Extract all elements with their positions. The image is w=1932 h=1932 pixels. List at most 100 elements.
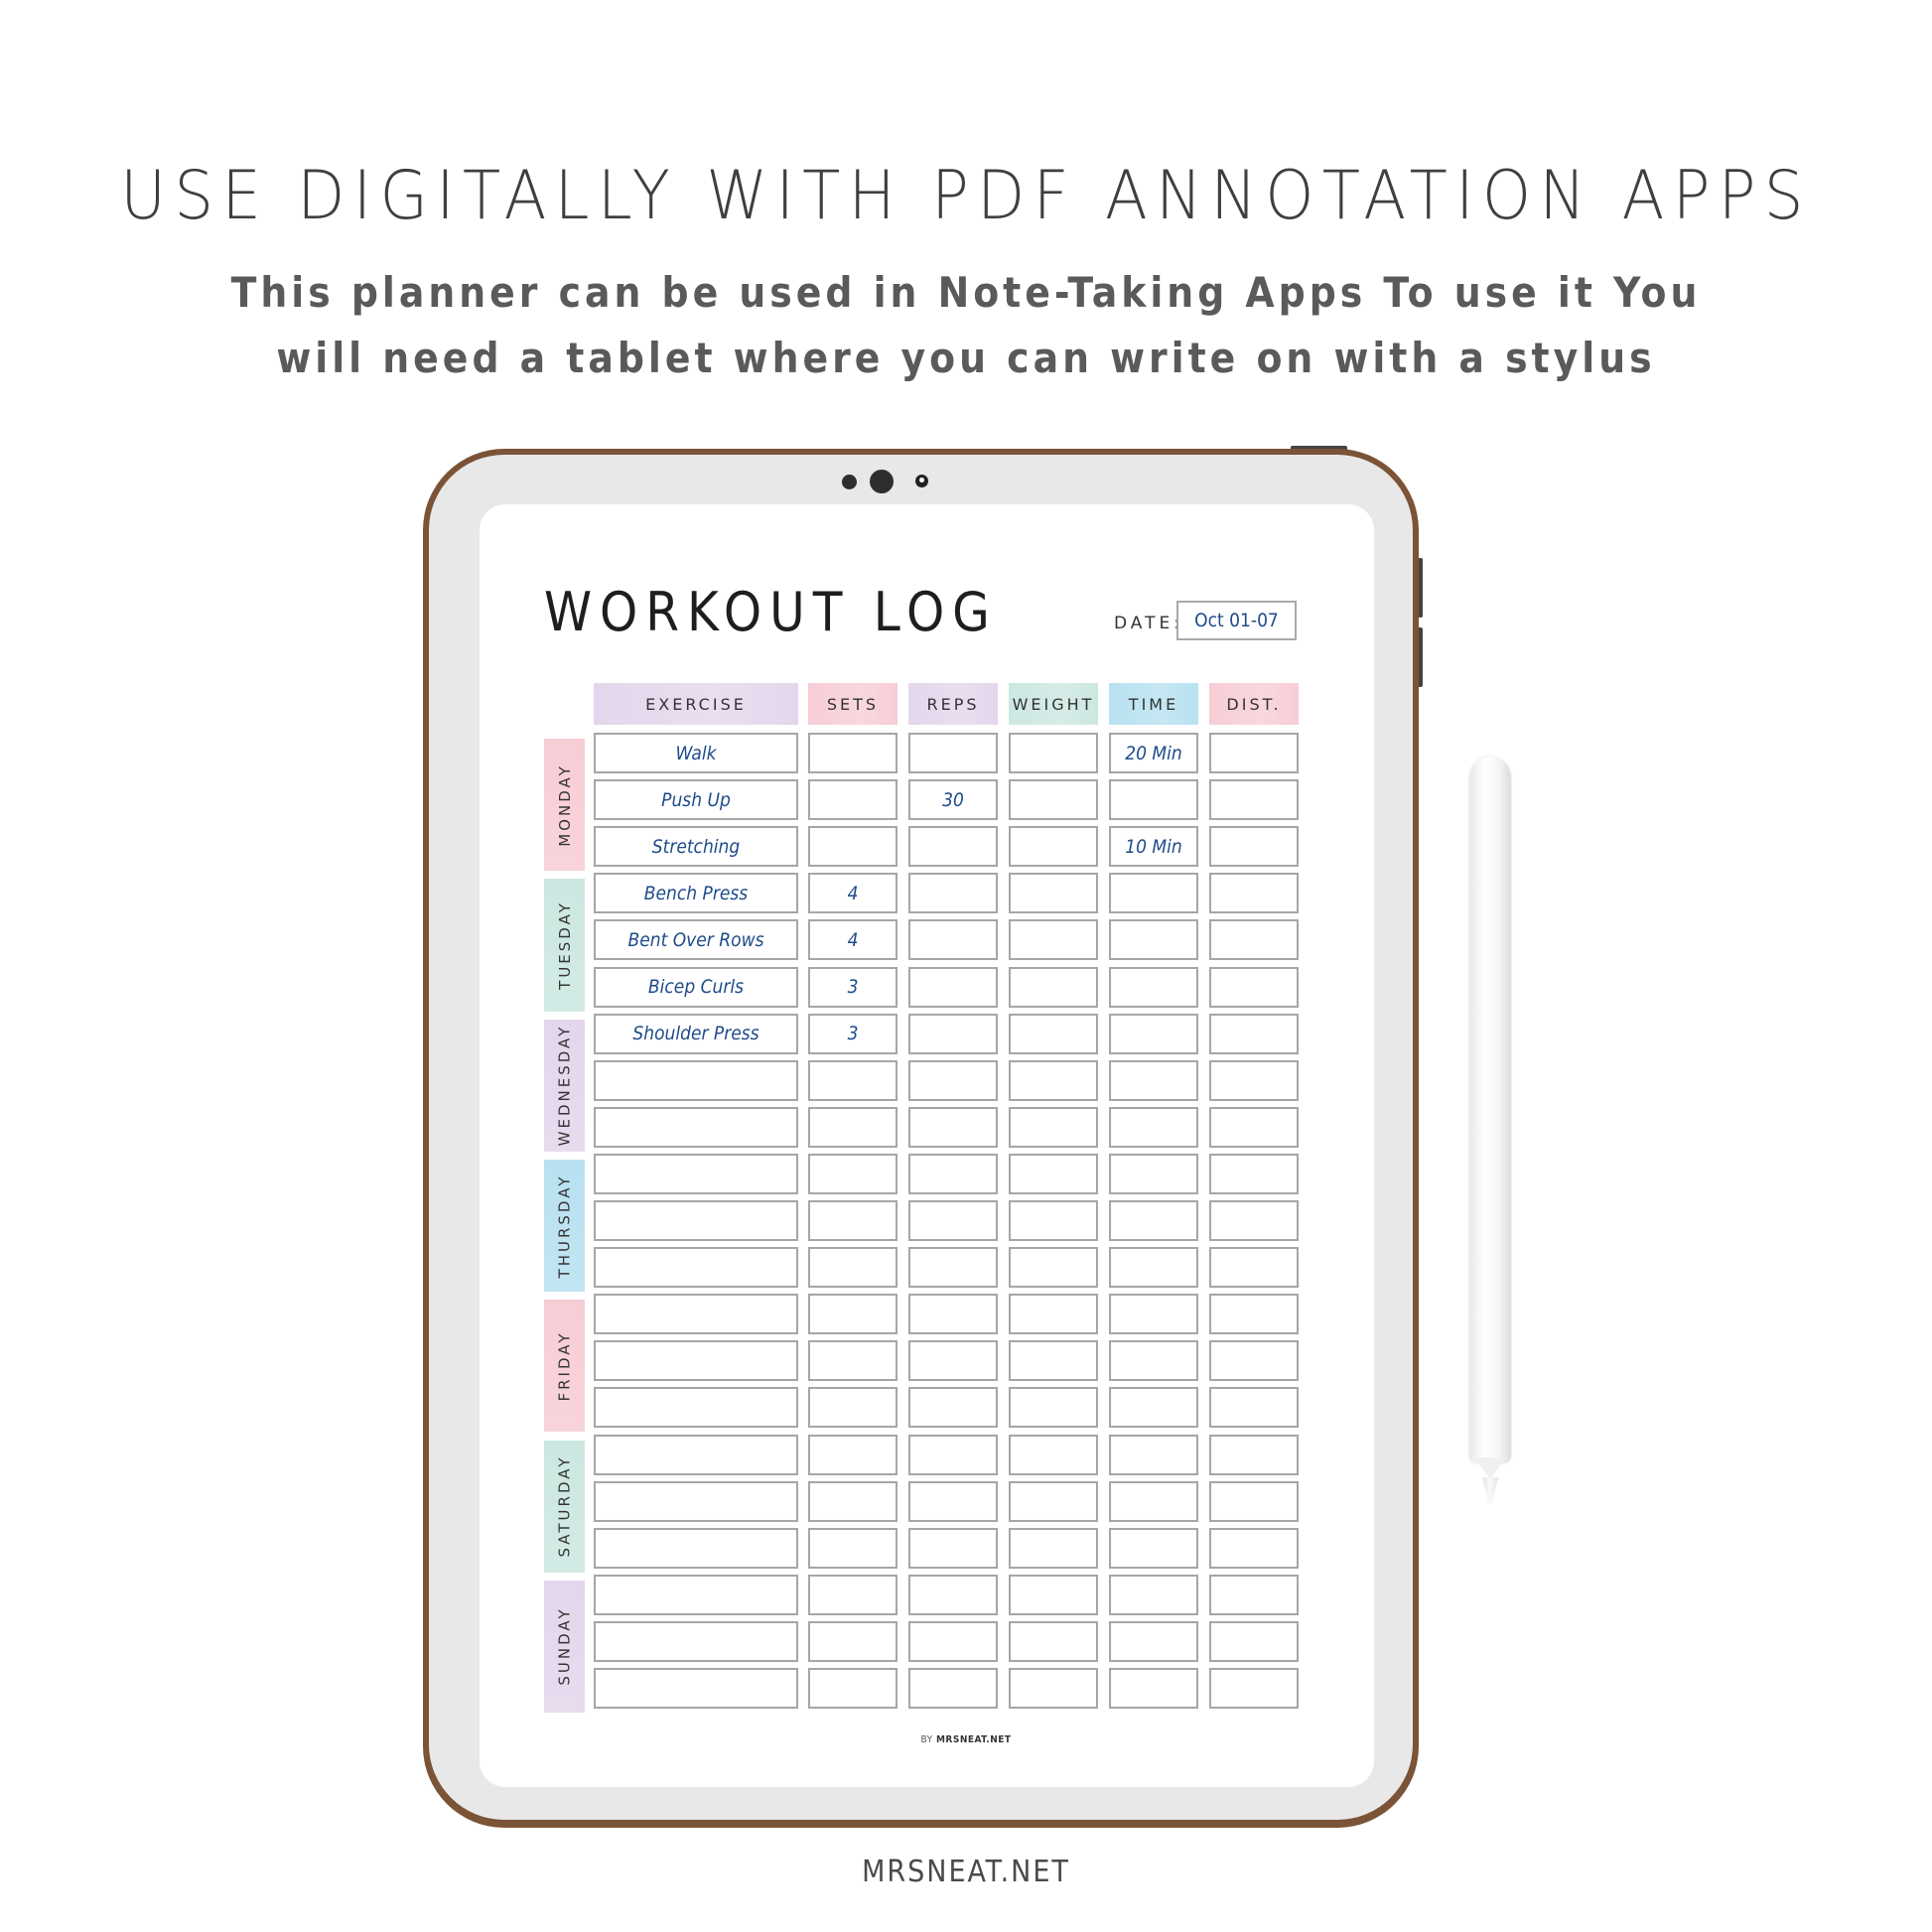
cell-reps[interactable] bbox=[908, 1153, 998, 1194]
cell-exercise[interactable] bbox=[594, 1480, 798, 1522]
cell-time[interactable] bbox=[1109, 966, 1198, 1008]
cell-time[interactable] bbox=[1109, 1294, 1198, 1335]
cell-dist[interactable] bbox=[1209, 1387, 1299, 1429]
cell-sets[interactable]: 4 bbox=[808, 873, 897, 914]
cell-weight[interactable] bbox=[1009, 1620, 1098, 1662]
cell-time[interactable] bbox=[1109, 1247, 1198, 1289]
cell-exercise[interactable]: Walk bbox=[594, 733, 798, 773]
cell-dist[interactable] bbox=[1209, 1013, 1299, 1054]
cell-reps[interactable] bbox=[908, 1668, 998, 1709]
cell-sets[interactable] bbox=[808, 1153, 897, 1194]
cell-dist[interactable] bbox=[1209, 1480, 1299, 1522]
cell-reps[interactable] bbox=[908, 1434, 998, 1475]
cell-dist[interactable] bbox=[1209, 826, 1299, 868]
cell-sets[interactable] bbox=[808, 1106, 897, 1148]
cell-exercise[interactable]: Bent Over Rows bbox=[594, 919, 798, 961]
cell-exercise[interactable]: Bench Press bbox=[594, 873, 798, 914]
cell-weight[interactable] bbox=[1009, 1153, 1098, 1194]
cell-sets[interactable]: 3 bbox=[808, 1013, 897, 1054]
cell-weight[interactable] bbox=[1009, 1387, 1098, 1429]
cell-time[interactable] bbox=[1109, 1387, 1198, 1429]
cell-weight[interactable] bbox=[1009, 826, 1098, 868]
cell-weight[interactable] bbox=[1009, 733, 1098, 773]
cell-dist[interactable] bbox=[1209, 1434, 1299, 1475]
cell-dist[interactable] bbox=[1209, 1294, 1299, 1335]
cell-sets[interactable] bbox=[808, 1620, 897, 1662]
cell-reps[interactable] bbox=[908, 1480, 998, 1522]
cell-sets[interactable] bbox=[808, 1574, 897, 1615]
cell-weight[interactable] bbox=[1009, 1668, 1098, 1709]
cell-time[interactable] bbox=[1109, 1059, 1198, 1101]
cell-sets[interactable] bbox=[808, 1059, 897, 1101]
cell-time[interactable] bbox=[1109, 1574, 1198, 1615]
cell-exercise[interactable]: Stretching bbox=[594, 826, 798, 868]
cell-time[interactable]: 10 Min bbox=[1109, 826, 1198, 868]
cell-reps[interactable] bbox=[908, 1247, 998, 1289]
cell-sets[interactable] bbox=[808, 1668, 897, 1709]
cell-reps[interactable] bbox=[908, 1200, 998, 1241]
cell-dist[interactable] bbox=[1209, 1247, 1299, 1289]
cell-reps[interactable] bbox=[908, 1294, 998, 1335]
cell-time[interactable] bbox=[1109, 1013, 1198, 1054]
cell-time[interactable] bbox=[1109, 1106, 1198, 1148]
cell-time[interactable] bbox=[1109, 1480, 1198, 1522]
cell-time[interactable] bbox=[1109, 1200, 1198, 1241]
cell-exercise[interactable] bbox=[594, 1247, 798, 1289]
cell-exercise[interactable]: Shoulder Press bbox=[594, 1013, 798, 1054]
cell-reps[interactable] bbox=[908, 1059, 998, 1101]
cell-reps[interactable] bbox=[908, 966, 998, 1008]
cell-dist[interactable] bbox=[1209, 1668, 1299, 1709]
cell-sets[interactable] bbox=[808, 1200, 897, 1241]
cell-weight[interactable] bbox=[1009, 779, 1098, 821]
cell-sets[interactable] bbox=[808, 1247, 897, 1289]
cell-sets[interactable] bbox=[808, 1527, 897, 1569]
cell-sets[interactable] bbox=[808, 1387, 897, 1429]
cell-exercise[interactable] bbox=[594, 1106, 798, 1148]
cell-dist[interactable] bbox=[1209, 733, 1299, 773]
cell-weight[interactable] bbox=[1009, 1527, 1098, 1569]
cell-time[interactable] bbox=[1109, 1527, 1198, 1569]
cell-reps[interactable] bbox=[908, 733, 998, 773]
cell-weight[interactable] bbox=[1009, 873, 1098, 914]
cell-reps[interactable] bbox=[908, 1106, 998, 1148]
cell-time[interactable] bbox=[1109, 1153, 1198, 1194]
cell-sets[interactable]: 3 bbox=[808, 966, 897, 1008]
cell-weight[interactable] bbox=[1009, 1013, 1098, 1054]
cell-weight[interactable] bbox=[1009, 1294, 1098, 1335]
cell-time[interactable] bbox=[1109, 873, 1198, 914]
cell-exercise[interactable] bbox=[594, 1340, 798, 1382]
cell-dist[interactable] bbox=[1209, 1340, 1299, 1382]
cell-reps[interactable] bbox=[908, 826, 998, 868]
cell-time[interactable] bbox=[1109, 1434, 1198, 1475]
cell-exercise[interactable] bbox=[594, 1387, 798, 1429]
cell-exercise[interactable] bbox=[594, 1200, 798, 1241]
cell-sets[interactable]: 4 bbox=[808, 919, 897, 961]
cell-exercise[interactable] bbox=[594, 1527, 798, 1569]
cell-dist[interactable] bbox=[1209, 779, 1299, 821]
date-field[interactable]: Oct 01-07 bbox=[1176, 601, 1297, 640]
cell-exercise[interactable] bbox=[594, 1153, 798, 1194]
cell-dist[interactable] bbox=[1209, 1059, 1299, 1101]
cell-weight[interactable] bbox=[1009, 919, 1098, 961]
cell-exercise[interactable] bbox=[594, 1294, 798, 1335]
cell-sets[interactable] bbox=[808, 1340, 897, 1382]
cell-weight[interactable] bbox=[1009, 1340, 1098, 1382]
cell-weight[interactable] bbox=[1009, 1434, 1098, 1475]
cell-sets[interactable] bbox=[808, 1434, 897, 1475]
cell-sets[interactable] bbox=[808, 733, 897, 773]
cell-reps[interactable] bbox=[908, 919, 998, 961]
cell-time[interactable] bbox=[1109, 779, 1198, 821]
cell-dist[interactable] bbox=[1209, 1527, 1299, 1569]
cell-exercise[interactable] bbox=[594, 1668, 798, 1709]
cell-weight[interactable] bbox=[1009, 1574, 1098, 1615]
cell-reps[interactable] bbox=[908, 1574, 998, 1615]
cell-reps[interactable] bbox=[908, 1340, 998, 1382]
cell-reps[interactable] bbox=[908, 1387, 998, 1429]
cell-weight[interactable] bbox=[1009, 1200, 1098, 1241]
cell-reps[interactable] bbox=[908, 1013, 998, 1054]
cell-reps[interactable] bbox=[908, 1527, 998, 1569]
cell-weight[interactable] bbox=[1009, 1059, 1098, 1101]
cell-weight[interactable] bbox=[1009, 1106, 1098, 1148]
cell-dist[interactable] bbox=[1209, 1620, 1299, 1662]
cell-sets[interactable] bbox=[808, 779, 897, 821]
